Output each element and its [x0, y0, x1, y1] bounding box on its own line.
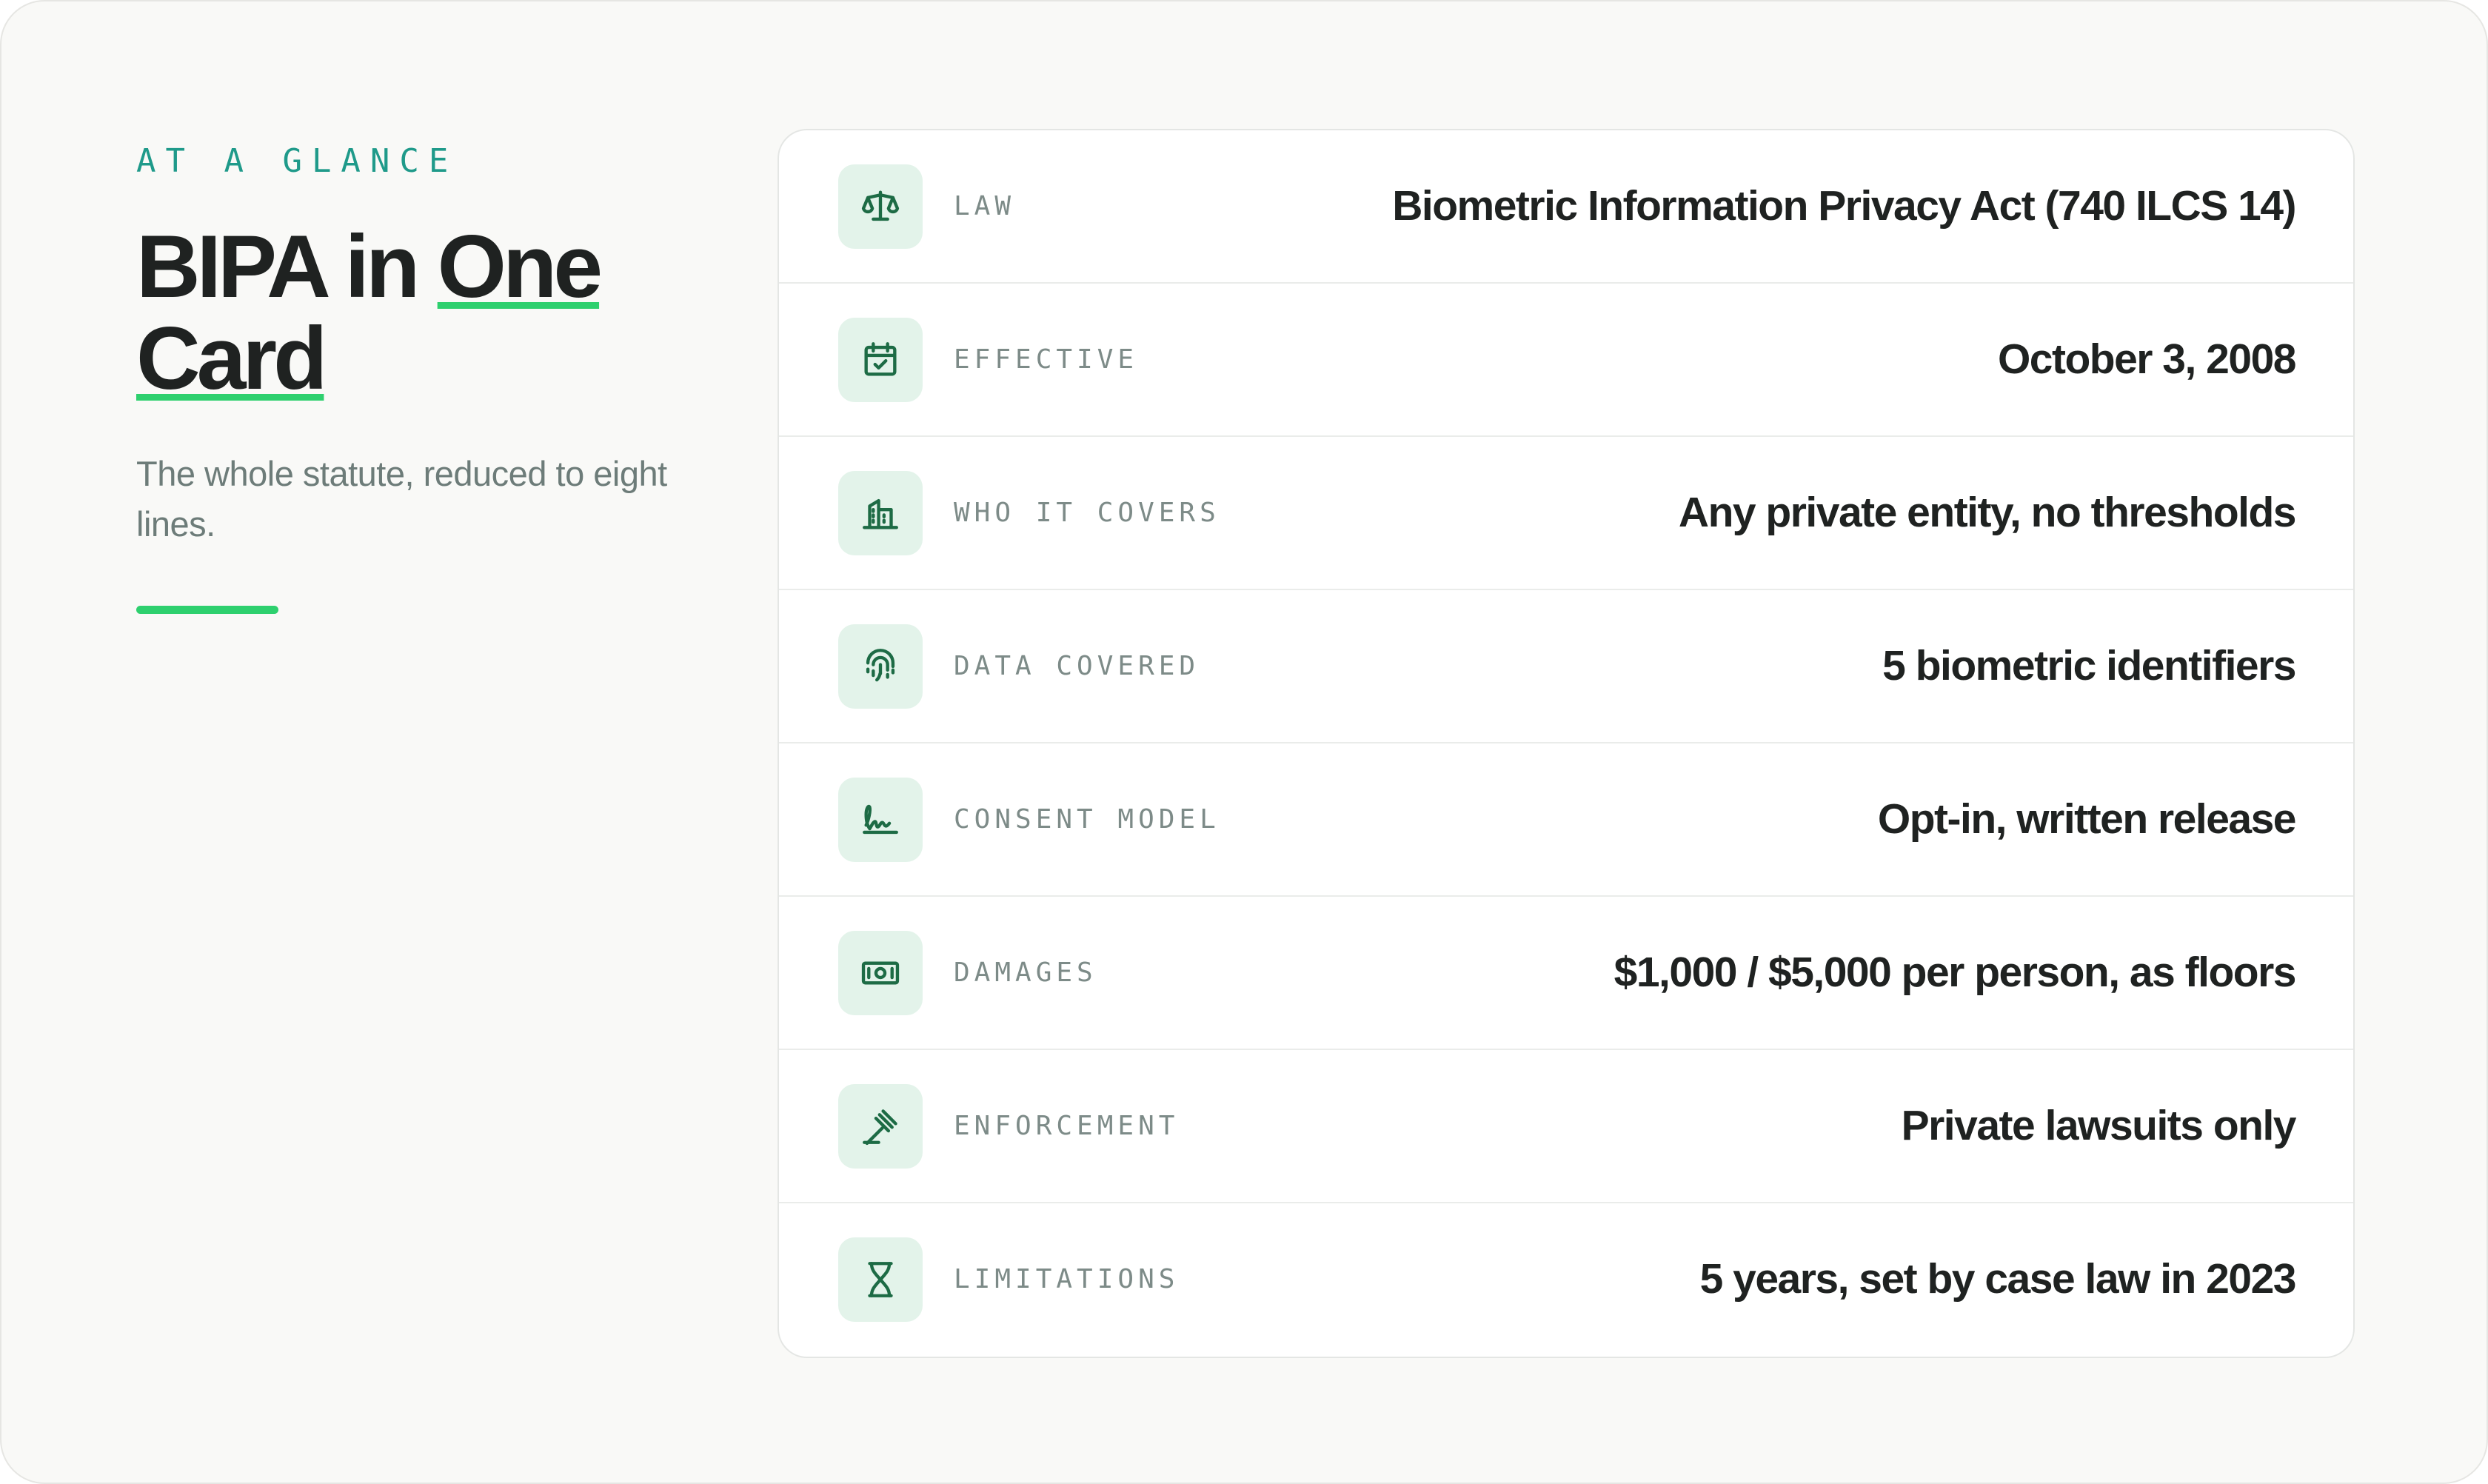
row-label: LAW	[954, 191, 1016, 221]
intro-panel: AT A GLANCE BIPA in One Card The whole st…	[136, 139, 699, 614]
row-value: 5 biometric identifiers	[1882, 642, 2296, 689]
banknote-icon	[838, 931, 923, 1015]
row-value: October 3, 2008	[1997, 335, 2297, 383]
eyebrow-label: AT A GLANCE	[136, 142, 458, 180]
summary-row-who-it-covers: WHO IT COVERS Any private entity, no thr…	[779, 437, 2353, 590]
calendar-check-icon	[838, 318, 923, 402]
building-icon	[838, 471, 923, 555]
row-value: 5 years, set by case law in 2023	[1699, 1255, 2297, 1303]
scales-icon	[838, 164, 923, 249]
slide-frame: AT A GLANCE BIPA in One Card The whole st…	[0, 0, 2488, 1484]
summary-card: LAW Biometric Information Privacy Act (7…	[778, 129, 2355, 1358]
hourglass-icon	[838, 1237, 923, 1322]
summary-row-effective: EFFECTIVE October 3, 2008	[779, 284, 2353, 437]
row-label: DATA COVERED	[954, 651, 1200, 681]
summary-row-law: LAW Biometric Information Privacy Act (7…	[779, 130, 2353, 284]
row-value: Private lawsuits only	[1901, 1102, 2297, 1149]
row-value: $1,000 / $5,000 per person, as floors	[1613, 949, 2297, 996]
row-label: DAMAGES	[954, 957, 1097, 988]
title-text: BIPA in	[136, 217, 438, 316]
row-label: WHO IT COVERS	[954, 498, 1220, 528]
row-value: Any private entity, no thresholds	[1678, 489, 2297, 536]
signature-icon	[838, 778, 923, 862]
accent-bar	[136, 606, 278, 614]
page-title: BIPA in One Card	[136, 221, 699, 404]
summary-row-data-covered: DATA COVERED 5 biometric identifiers	[779, 590, 2353, 743]
title-highlight-one: One	[437, 217, 603, 316]
summary-row-consent-model: CONSENT MODEL Opt-in, written release	[779, 743, 2353, 897]
summary-row-damages: DAMAGES $1,000 / $5,000 per person, as f…	[779, 897, 2353, 1050]
summary-row-enforcement: ENFORCEMENT Private lawsuits only	[779, 1050, 2353, 1203]
row-label: ENFORCEMENT	[954, 1111, 1180, 1141]
row-label: LIMITATIONS	[954, 1264, 1180, 1294]
row-label: EFFECTIVE	[954, 344, 1139, 375]
row-value: Biometric Information Privacy Act (740 I…	[1392, 182, 2296, 230]
subtitle: The whole statute, reduced to eight line…	[136, 454, 667, 544]
row-label: CONSENT MODEL	[954, 804, 1220, 835]
summary-row-limitations: LIMITATIONS 5 years, set by case law in …	[779, 1203, 2353, 1357]
gavel-icon	[838, 1084, 923, 1169]
row-value: Opt-in, written release	[1877, 795, 2297, 843]
fingerprint-icon	[838, 624, 923, 709]
title-highlight-card: Card	[136, 309, 327, 408]
